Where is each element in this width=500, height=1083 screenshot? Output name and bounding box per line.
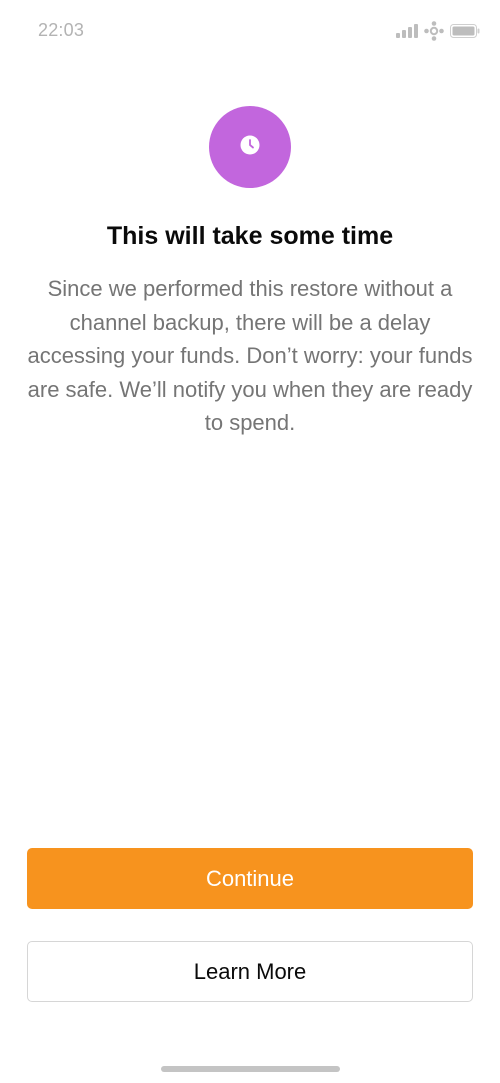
status-bar: 22:03	[0, 0, 500, 60]
battery-icon	[450, 24, 480, 38]
learn-more-button[interactable]: Learn More	[27, 941, 473, 1002]
continue-button[interactable]: Continue	[27, 848, 473, 909]
network-icon	[424, 21, 444, 41]
status-icons	[396, 20, 480, 42]
page-title: This will take some time	[106, 222, 394, 250]
status-time: 22:03	[38, 20, 85, 40]
home-indicator	[161, 1066, 340, 1072]
clock-badge	[209, 106, 291, 188]
signal-icon	[396, 24, 418, 38]
clock-icon	[240, 135, 260, 160]
description-text: Since we performed this restore without …	[27, 276, 473, 435]
